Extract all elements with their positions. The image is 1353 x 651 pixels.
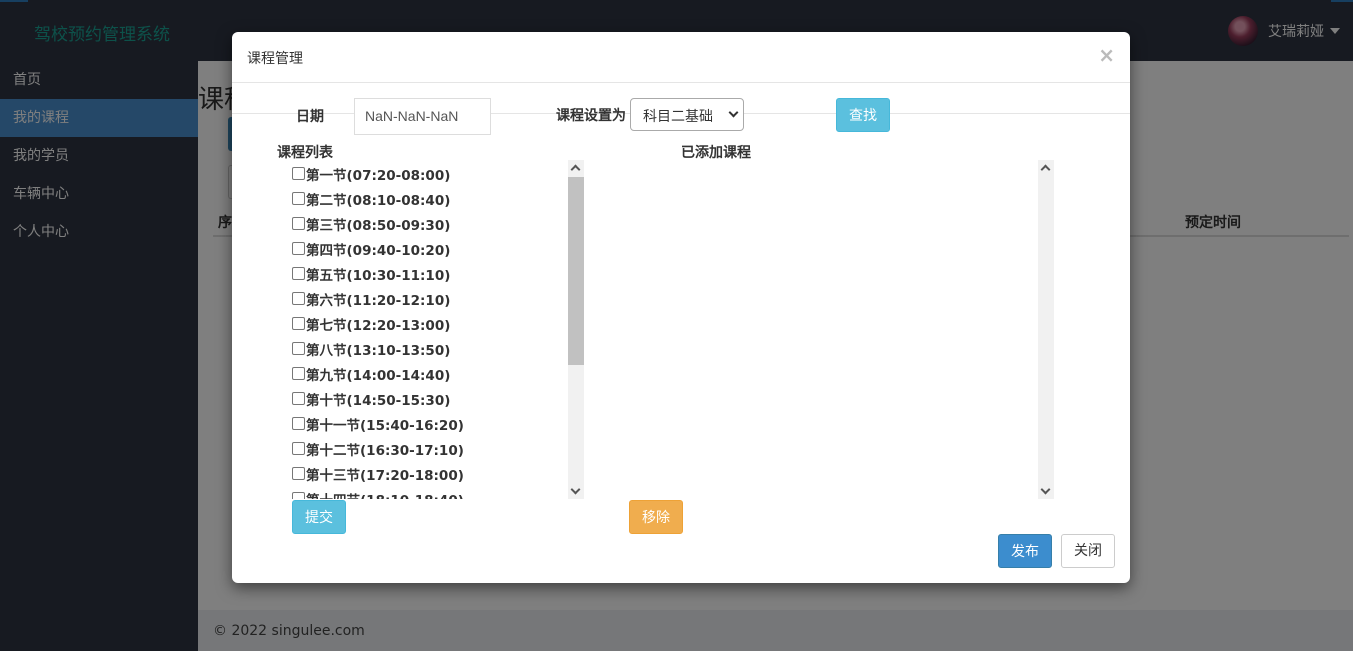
checkbox[interactable] xyxy=(292,342,305,355)
list-item[interactable]: 第四节(09:40-10:20) xyxy=(292,236,584,261)
list-item[interactable]: 第六节(11:20-12:10) xyxy=(292,286,584,311)
scrollbar-thumb[interactable] xyxy=(568,177,584,365)
checkbox[interactable] xyxy=(292,267,305,280)
list-item[interactable]: 第二节(08:10-08:40) xyxy=(292,186,584,211)
list-item[interactable]: 第十一节(15:40-16:20) xyxy=(292,411,584,436)
list-item[interactable]: 第一节(07:20-08:00) xyxy=(292,161,584,186)
checkbox[interactable] xyxy=(292,167,305,180)
course-label: 第七节(12:20-13:00) xyxy=(306,317,451,334)
publish-button[interactable]: 发布 xyxy=(998,534,1052,568)
modal-header: 课程管理 × xyxy=(232,32,1130,83)
course-management-modal: 课程管理 × 日期 NaN-NaN-NaN 课程设置为 科目二基础 查找 课程列… xyxy=(232,32,1130,583)
list-item[interactable]: 第三节(08:50-09:30) xyxy=(292,211,584,236)
course-label: 第三节(08:50-09:30) xyxy=(306,217,451,234)
course-label: 第五节(10:30-11:10) xyxy=(306,267,451,284)
checkbox[interactable] xyxy=(292,217,305,230)
close-icon[interactable]: × xyxy=(1098,45,1115,65)
course-setting-label: 课程设置为 xyxy=(556,108,626,124)
list-item[interactable]: 第十节(14:50-15:30) xyxy=(292,386,584,411)
checkbox[interactable] xyxy=(292,467,305,480)
chevron-up-icon[interactable] xyxy=(570,164,581,175)
list-item[interactable]: 第七节(12:20-13:00) xyxy=(292,311,584,336)
checkbox[interactable] xyxy=(292,492,305,499)
course-label: 第六节(11:20-12:10) xyxy=(306,292,451,309)
chevron-down-icon[interactable] xyxy=(570,484,581,495)
checkbox[interactable] xyxy=(292,367,305,380)
chevron-down-icon[interactable] xyxy=(1040,484,1051,495)
submit-button[interactable]: 提交 xyxy=(292,500,346,534)
course-label: 第一节(07:20-08:00) xyxy=(306,167,451,184)
chevron-up-icon[interactable] xyxy=(1040,164,1051,175)
checkbox[interactable] xyxy=(292,442,305,455)
course-label: 第十节(14:50-15:30) xyxy=(306,392,451,409)
added-courses-scrollbar[interactable] xyxy=(1038,160,1054,499)
course-setting-selected: 科目二基础 xyxy=(643,109,713,125)
search-button[interactable]: 查找 xyxy=(836,98,890,132)
modal-title: 课程管理 xyxy=(247,51,303,67)
list-item[interactable]: 第十三节(17:20-18:00) xyxy=(292,461,584,486)
course-label: 第四节(09:40-10:20) xyxy=(306,242,451,259)
checkbox[interactable] xyxy=(292,417,305,430)
list-item[interactable]: 第八节(13:10-13:50) xyxy=(292,336,584,361)
close-button[interactable]: 关闭 xyxy=(1061,534,1115,568)
list-item[interactable]: 第十二节(16:30-17:10) xyxy=(292,436,584,461)
remove-button[interactable]: 移除 xyxy=(629,500,683,534)
checkbox[interactable] xyxy=(292,242,305,255)
course-label: 第八节(13:10-13:50) xyxy=(306,342,451,359)
checkbox[interactable] xyxy=(292,292,305,305)
checkbox[interactable] xyxy=(292,392,305,405)
checkbox[interactable] xyxy=(292,192,305,205)
date-label: 日期 xyxy=(296,109,324,125)
chevron-down-icon xyxy=(728,107,739,118)
course-list-scrollbar[interactable] xyxy=(568,160,584,499)
course-label: 第十四节(18:10-18:40) xyxy=(306,489,464,500)
list-item[interactable]: 第五节(10:30-11:10) xyxy=(292,261,584,286)
added-courses-label: 已添加课程 xyxy=(681,145,751,161)
course-list-label: 课程列表 xyxy=(277,145,333,161)
checkbox[interactable] xyxy=(292,317,305,330)
date-input[interactable]: NaN-NaN-NaN xyxy=(354,98,491,135)
course-label: 第二节(08:10-08:40) xyxy=(306,192,451,209)
course-label: 第十一节(15:40-16:20) xyxy=(306,417,464,434)
list-item[interactable]: 第十四节(18:10-18:40) xyxy=(292,486,584,499)
course-setting-select[interactable]: 科目二基础 xyxy=(630,98,744,131)
list-item[interactable]: 第九节(14:00-14:40) xyxy=(292,361,584,386)
course-label: 第十三节(17:20-18:00) xyxy=(306,467,464,484)
course-label: 第九节(14:00-14:40) xyxy=(306,367,451,384)
course-label: 第十二节(16:30-17:10) xyxy=(306,442,464,459)
course-list: 第一节(07:20-08:00) 第二节(08:10-08:40) 第三节(08… xyxy=(292,161,584,499)
